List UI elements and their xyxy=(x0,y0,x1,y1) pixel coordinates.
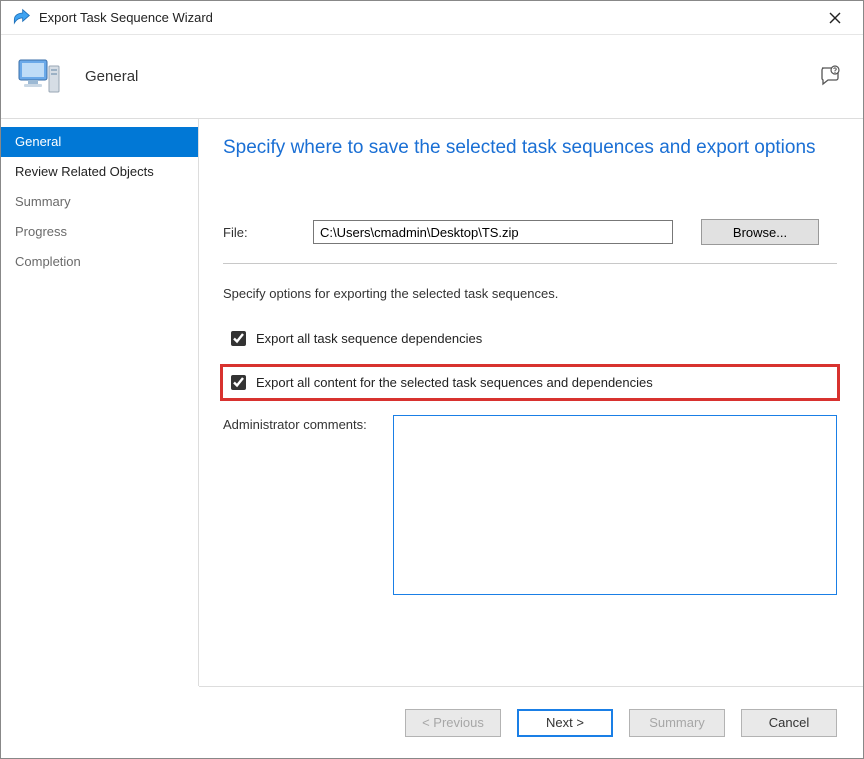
wizard-main-panel: Specify where to save the selected task … xyxy=(199,119,863,686)
wizard-footer: < Previous Next > Summary Cancel xyxy=(199,686,863,758)
previous-button: < Previous xyxy=(405,709,501,737)
title-bar: Export Task Sequence Wizard xyxy=(1,1,863,35)
export-arrow-icon xyxy=(11,8,31,28)
checkbox-export-content[interactable] xyxy=(231,375,246,390)
sidebar-step-general[interactable]: General xyxy=(1,127,198,157)
wizard-step-title: General xyxy=(85,68,819,85)
checkbox-export-dependencies-row[interactable]: Export all task sequence dependencies xyxy=(223,327,837,350)
sidebar-step-progress: Progress xyxy=(1,217,198,247)
window-title: Export Task Sequence Wizard xyxy=(39,10,815,25)
file-path-input[interactable] xyxy=(313,220,673,244)
checkbox-export-dependencies-label: Export all task sequence dependencies xyxy=(256,331,482,346)
browse-button[interactable]: Browse... xyxy=(701,219,819,245)
wizard-steps-sidebar: General Review Related Objects Summary P… xyxy=(1,119,199,686)
options-intro-text: Specify options for exporting the select… xyxy=(223,286,837,301)
checkbox-export-dependencies[interactable] xyxy=(231,331,246,346)
file-label: File: xyxy=(223,225,313,240)
checkbox-export-content-label: Export all content for the selected task… xyxy=(256,375,653,390)
page-heading: Specify where to save the selected task … xyxy=(223,137,837,159)
computer-monitor-icon xyxy=(15,52,63,100)
help-speech-icon[interactable] xyxy=(819,64,843,88)
summary-button: Summary xyxy=(629,709,725,737)
close-button[interactable] xyxy=(815,4,855,32)
sidebar-step-review-related[interactable]: Review Related Objects xyxy=(1,157,198,187)
next-button[interactable]: Next > xyxy=(517,709,613,737)
comments-label: Administrator comments: xyxy=(223,415,393,432)
comments-textarea[interactable] xyxy=(393,415,837,595)
checkbox-export-content-row[interactable]: Export all content for the selected task… xyxy=(220,364,840,401)
wizard-header: General xyxy=(1,35,863,117)
sidebar-step-completion: Completion xyxy=(1,247,198,277)
sidebar-step-summary: Summary xyxy=(1,187,198,217)
cancel-button[interactable]: Cancel xyxy=(741,709,837,737)
section-divider xyxy=(223,263,837,264)
